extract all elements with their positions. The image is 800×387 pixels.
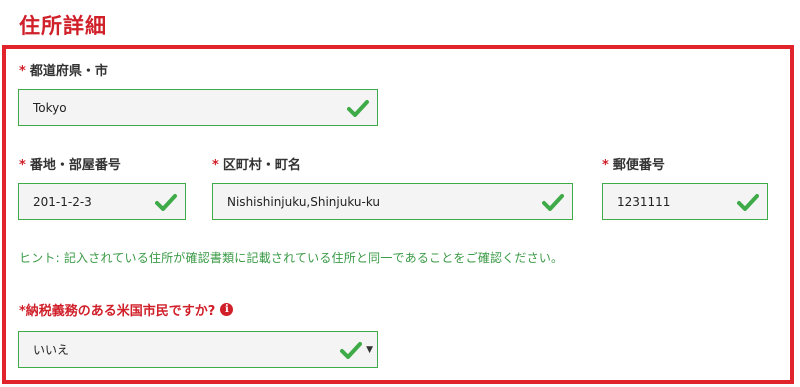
prefecture-city-label-text: 都道府県・市 [29,64,108,79]
postal-code-label: * 郵便番号 [602,154,665,173]
check-icon [737,193,759,211]
check-icon [347,99,369,117]
us-tax-selected-value: いいえ [33,343,70,357]
street-number-label-text: 番地・部屋番号 [29,158,121,173]
prefecture-city-input[interactable]: Tokyo [18,89,378,126]
postal-code-label-text: 郵便番号 [612,158,665,173]
info-icon[interactable]: i [220,303,234,316]
us-tax-select[interactable]: いいえ ▼ [18,331,378,368]
us-tax-question: *納税義務のある米国市民ですか? i [19,300,234,319]
ward-town-label: * 区町村・町名 [212,154,301,173]
required-asterisk: * [602,158,609,173]
ward-town-label-text: 区町村・町名 [222,158,301,173]
required-asterisk: * [19,64,26,79]
address-details-page: 住所詳細 * 都道府県・市 Tokyo * 番地・部屋番号 201-1-2-3 * 区… [0,0,800,387]
section-title: 住所詳細 [19,14,107,38]
check-icon [340,341,363,359]
postal-code-input[interactable]: 1231111 [602,183,768,220]
required-asterisk: * [212,158,219,173]
prefecture-city-label: * 都道府県・市 [19,60,108,79]
street-number-label: * 番地・部屋番号 [19,154,121,173]
check-icon [542,193,564,211]
caret-down-icon[interactable]: ▼ [366,345,373,355]
ward-town-value: Nishishinjuku,Shinjuku-ku [227,194,381,209]
street-number-value: 201-1-2-3 [33,194,92,209]
us-tax-question-text: *納税義務のある米国市民ですか? [19,304,216,319]
street-number-input[interactable]: 201-1-2-3 [18,183,186,220]
ward-town-input[interactable]: Nishishinjuku,Shinjuku-ku [212,183,573,220]
address-hint: ヒント: 記入されている住所が確認書類に記載されている住所と同一であることをご確… [19,251,564,265]
prefecture-city-value: Tokyo [33,100,67,115]
check-icon [155,193,177,211]
postal-code-value: 1231111 [617,194,671,209]
required-asterisk: * [19,158,26,173]
